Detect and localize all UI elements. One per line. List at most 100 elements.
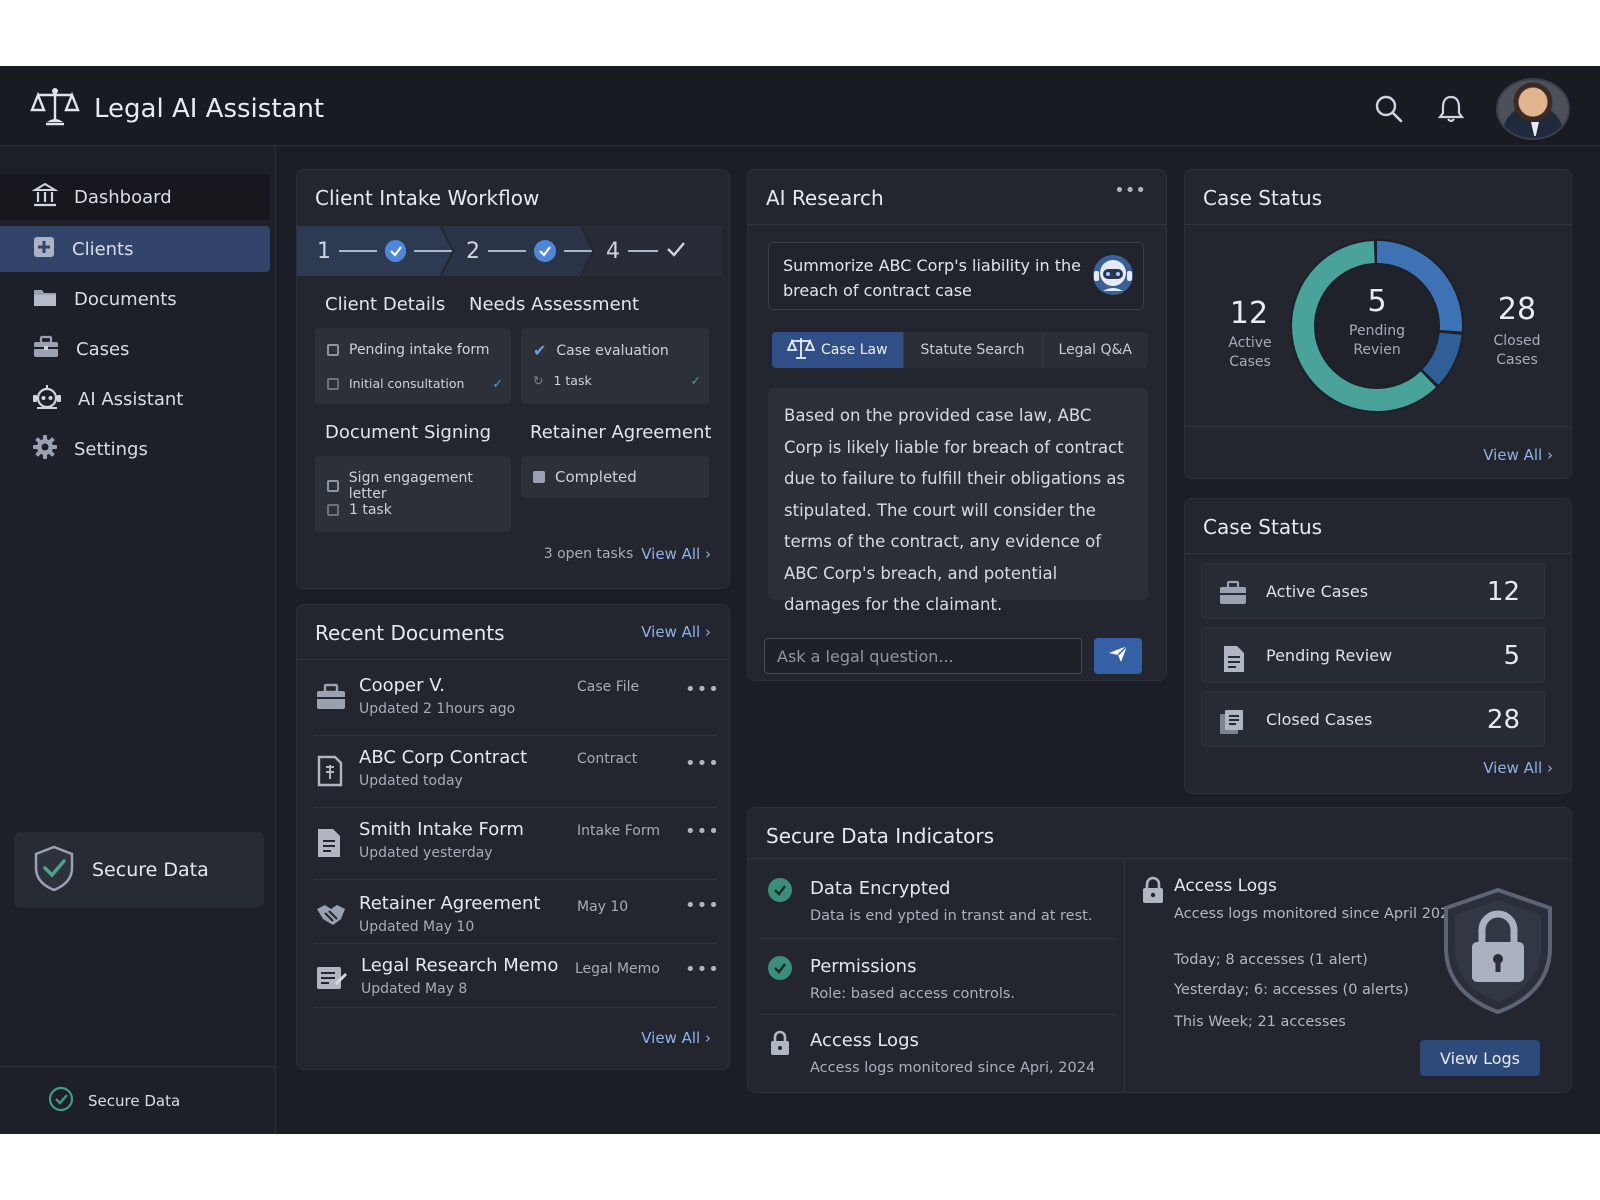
lock-icon: [768, 1030, 792, 1060]
document-row[interactable]: ABC Corp Contract Updated today Contract…: [313, 739, 719, 807]
link-label: View All: [641, 1029, 701, 1047]
sidebar-item-cases[interactable]: Cases: [0, 326, 270, 372]
scales-of-justice-icon: [30, 86, 80, 132]
indicator-desc: Data is end ypted in transt and at rest.: [810, 908, 1093, 924]
panel-title: Case Status: [1203, 186, 1323, 210]
tab-statute-search[interactable]: Statute Search: [904, 332, 1043, 368]
robot-icon: [1089, 251, 1137, 303]
stat-value: 5: [1503, 641, 1520, 671]
task-item[interactable]: ↻ 1 task ✓: [533, 373, 701, 388]
step-4[interactable]: 4: [582, 226, 722, 276]
secure-data-card[interactable]: Secure Data: [14, 832, 264, 908]
step-number: 4: [606, 238, 620, 264]
view-logs-button[interactable]: View Logs: [1420, 1040, 1540, 1076]
open-tasks-count: 3 open tasks: [543, 546, 634, 562]
case-chart-view-all-link[interactable]: View All ›: [1483, 446, 1553, 464]
step-number: 1: [317, 238, 331, 264]
retainer-agreement-heading: Retainer Agreement: [530, 422, 712, 443]
gear-icon: [32, 434, 58, 465]
sidebar-item-documents[interactable]: Documents: [0, 276, 270, 322]
research-query[interactable]: Summorize ABC Corp's liability in the br…: [768, 242, 1144, 310]
documents-view-all-link[interactable]: View All ›: [641, 623, 711, 641]
document-updated: Updated May 8: [361, 981, 468, 997]
stat-row-active-cases[interactable]: Active Cases 12: [1201, 563, 1545, 619]
stat-value: 12: [1486, 577, 1520, 607]
closed-cases-value: 28: [1497, 292, 1537, 327]
task-item[interactable]: Initial consultation ✓: [327, 376, 503, 391]
case-list-view-all-link[interactable]: View All ›: [1483, 759, 1553, 777]
more-options-icon[interactable]: •••: [685, 821, 720, 842]
shield-lock-icon: [1438, 886, 1558, 1020]
link-label: View All: [641, 623, 701, 641]
documents-footer-view-all-link[interactable]: View All ›: [641, 1029, 711, 1047]
task-label: 1 task: [349, 502, 392, 518]
user-avatar[interactable]: [1496, 78, 1570, 140]
sidebar-item-label: Cases: [76, 338, 130, 360]
task-item[interactable]: Pending intake form: [327, 342, 490, 358]
refresh-icon: ↻: [533, 373, 544, 388]
retainer-agreement-box: Completed: [521, 456, 709, 498]
client-details-box: Pending intake form Initial consultation…: [315, 328, 511, 404]
app-window: Legal AI Assistant Dashboard Clients Doc…: [0, 66, 1600, 1134]
closed-cases-label: Closed Cases: [1493, 333, 1541, 368]
task-label: Sign engagement letter: [348, 470, 473, 502]
step-2[interactable]: 2: [442, 226, 592, 276]
step-1[interactable]: 1: [297, 226, 452, 276]
stat-row-closed-cases[interactable]: Closed Cases 28: [1201, 691, 1545, 747]
link-label: View All: [641, 545, 701, 563]
shield-check-icon: [32, 844, 76, 897]
tab-legal-qa[interactable]: Legal Q&A: [1043, 332, 1149, 368]
ai-research-panel: AI Research ••• Summorize ABC Corp's lia…: [747, 169, 1167, 681]
scales-icon: [786, 336, 816, 364]
bell-icon[interactable]: [1434, 92, 1468, 126]
brand[interactable]: Legal AI Assistant: [30, 86, 324, 132]
more-options-icon[interactable]: •••: [685, 895, 720, 916]
folder-icon: [32, 285, 58, 314]
bank-icon: [31, 182, 59, 213]
document-row[interactable]: Smith Intake Form Updated yesterday Inta…: [313, 811, 719, 879]
button-label: View Logs: [1440, 1048, 1520, 1068]
sidebar-item-label: AI Assistant: [78, 388, 184, 410]
indicator-desc: Role: based access controls.: [810, 986, 1016, 1002]
send-button[interactable]: [1094, 638, 1142, 674]
plus-square-icon: [32, 235, 56, 264]
more-options-icon[interactable]: •••: [685, 959, 720, 980]
document-type: May 10: [577, 899, 629, 915]
document-row[interactable]: Legal Research Memo Updated May 8 Legal …: [313, 947, 719, 1015]
ask-question-input[interactable]: Ask a legal question...: [764, 638, 1082, 674]
active-cases-value: 12: [1229, 296, 1269, 331]
panel-title: Case Status: [1203, 515, 1323, 539]
sidebar-item-clients[interactable]: Clients: [0, 226, 270, 272]
stat-label: Active Cases: [1266, 582, 1369, 601]
handshake-icon: [315, 901, 347, 931]
stat-label: Closed Cases: [1266, 710, 1373, 729]
workflow-view-all-link[interactable]: View All ›: [641, 545, 711, 563]
access-logs-desc: Access logs monitored since April 2024: [1174, 906, 1459, 922]
task-item[interactable]: 1 task: [327, 502, 392, 518]
secure-data-label: Secure Data: [92, 859, 209, 881]
sidebar-footer: Secure Data: [0, 1066, 276, 1134]
task-item[interactable]: Sign engagement letter: [327, 470, 511, 502]
log-line: Today; 8 accesses (1 alert): [1174, 952, 1368, 968]
link-label: View All: [1483, 446, 1543, 464]
tab-case-law[interactable]: Case Law: [772, 332, 904, 368]
document-type: Intake Form: [577, 823, 661, 839]
document-row[interactable]: Cooper V. Updated 2 1hours ago Case File…: [313, 667, 719, 735]
sidebar-item-dashboard[interactable]: Dashboard: [0, 174, 270, 220]
search-icon[interactable]: [1372, 92, 1406, 126]
briefcase-icon: [1218, 580, 1248, 610]
task-item[interactable]: Completed: [533, 468, 637, 486]
sidebar-item-settings[interactable]: Settings: [0, 426, 270, 472]
sidebar-item-ai-assistant[interactable]: AI Assistant: [0, 376, 270, 422]
panel-title: AI Research: [766, 186, 884, 210]
task-label: Pending intake form: [349, 342, 490, 358]
more-options-icon[interactable]: •••: [685, 753, 720, 774]
stat-row-pending-review[interactable]: Pending Review 5: [1201, 627, 1545, 683]
log-line: Yesterday; 6: accesses (0 alerts): [1174, 982, 1409, 998]
more-options-icon[interactable]: •••: [685, 679, 720, 700]
client-intake-workflow-panel: Client Intake Workflow 1 2 4 Client Deta…: [296, 169, 730, 589]
more-options-icon[interactable]: •••: [1114, 180, 1146, 201]
indicator-title: Access Logs: [810, 1030, 919, 1051]
indicator-desc: Access logs monitored since Apri, 2024: [810, 1060, 1096, 1076]
task-item[interactable]: ✔ Case evaluation: [533, 341, 669, 360]
